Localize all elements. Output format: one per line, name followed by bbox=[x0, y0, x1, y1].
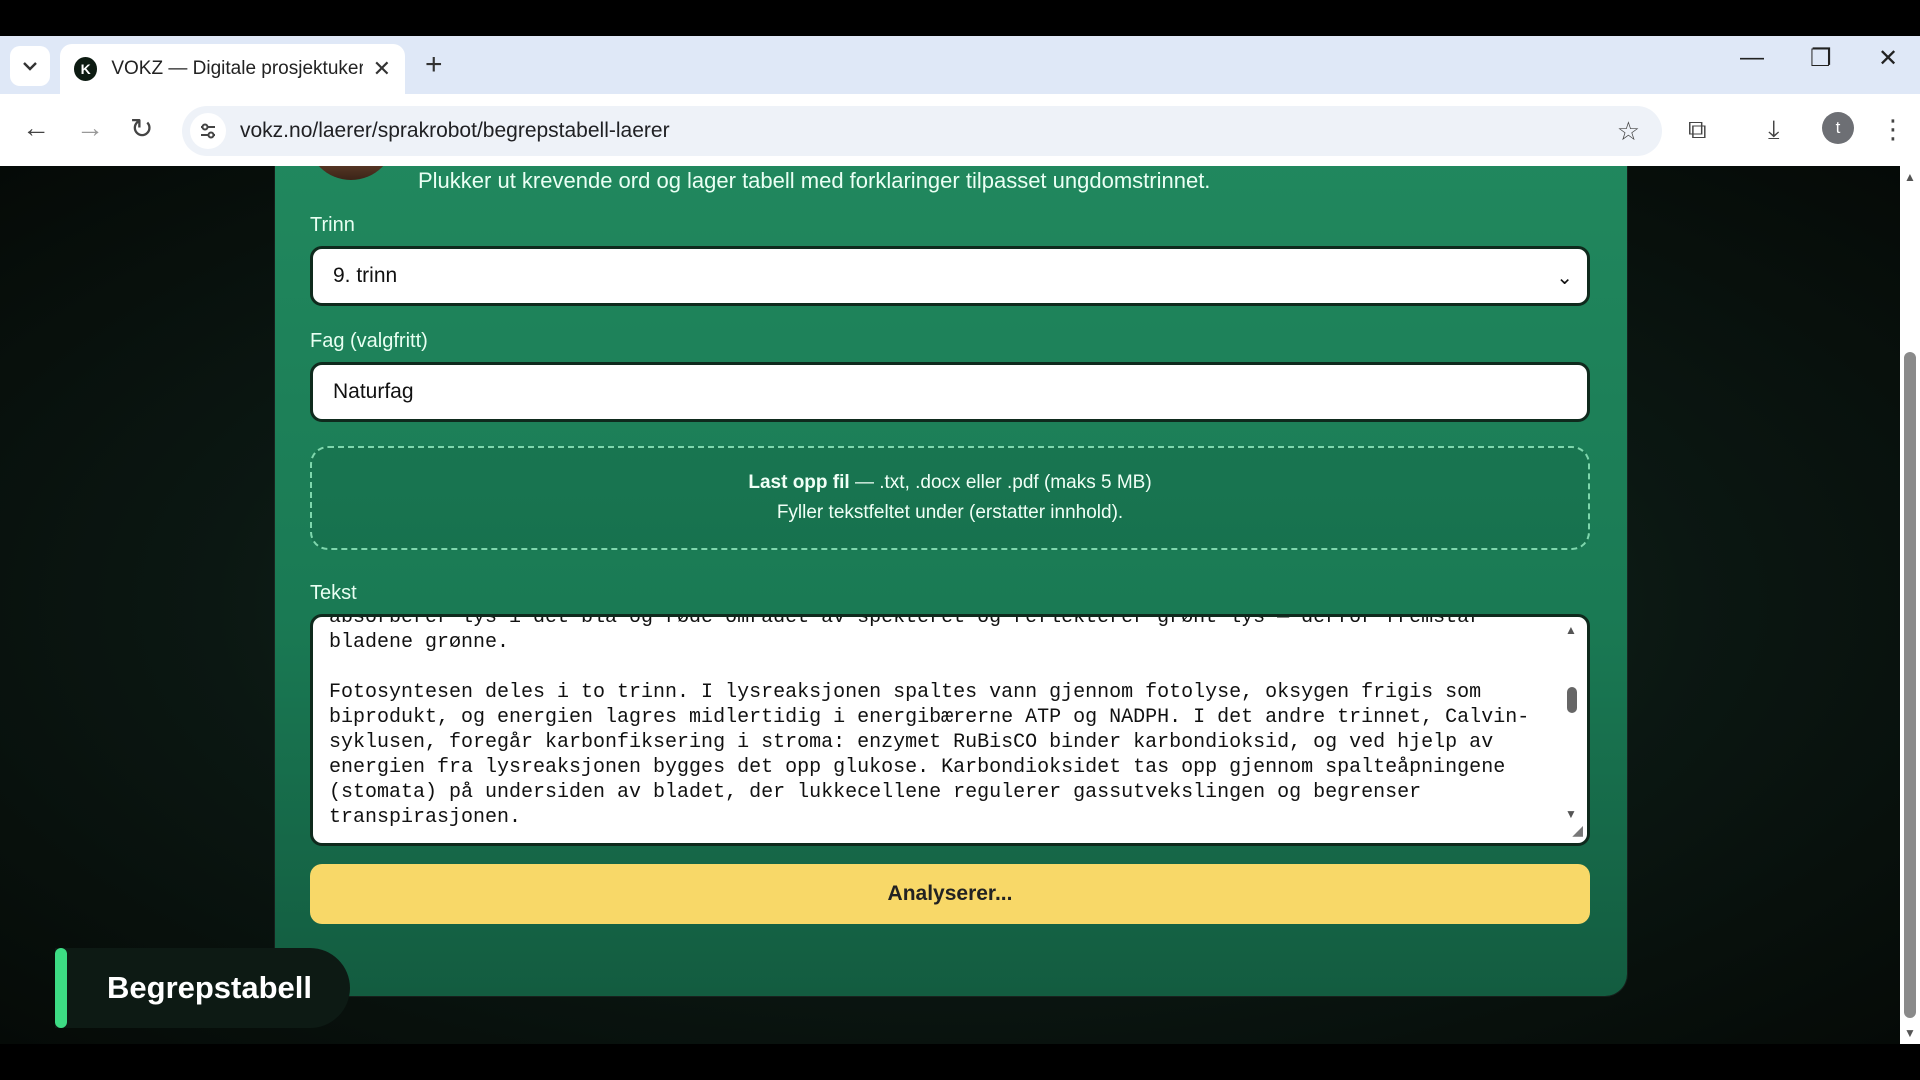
minimize-icon[interactable]: — bbox=[1740, 44, 1764, 72]
kebab-menu-icon[interactable]: ⋮ bbox=[1880, 114, 1906, 145]
puzzle-icon[interactable]: ⧉ bbox=[1688, 114, 1707, 146]
close-icon[interactable]: ✕ bbox=[373, 56, 391, 82]
reload-icon[interactable]: ↻ bbox=[130, 112, 153, 145]
fag-label: Fag (valgfritt) bbox=[310, 330, 428, 352]
restore-icon[interactable]: ❐ bbox=[1810, 44, 1832, 73]
browser-tab-strip: K VOKZ — Digitale prosjektuker og ✕ + — … bbox=[0, 36, 1920, 94]
analyze-button[interactable]: Analyserer... bbox=[310, 864, 1590, 924]
star-icon[interactable]: ☆ bbox=[1617, 116, 1640, 147]
chevron-down-icon bbox=[23, 62, 37, 71]
back-arrow-icon[interactable]: ← bbox=[22, 112, 50, 144]
upload-subtitle: Fyller tekstfeltet under (erstatter innh… bbox=[776, 502, 1124, 523]
badge-title: Begrepstabell bbox=[107, 970, 313, 1005]
site-favicon: K bbox=[74, 57, 98, 81]
chevron-down-icon: ⌄ bbox=[1556, 267, 1573, 289]
tekst-textarea[interactable]: absorberer lys i det blå og røde området… bbox=[310, 614, 1590, 846]
textarea-scroll-thumb[interactable] bbox=[1567, 687, 1577, 713]
page-viewport: Plukker ut krevende ord og lager tabell … bbox=[0, 166, 1900, 1044]
resize-handle-icon[interactable]: ◢ bbox=[1572, 822, 1583, 839]
url-text: vokz.no/laerer/sprakrobot/begrepstabell-… bbox=[240, 119, 670, 142]
forward-arrow-icon[interactable]: → bbox=[76, 112, 104, 144]
tekst-label: Tekst bbox=[310, 582, 357, 604]
trinn-label: Trinn bbox=[310, 214, 355, 236]
textarea-scrollbar[interactable]: ▲ ▼ bbox=[1563, 623, 1581, 823]
textarea-content: absorberer lys i det blå og røde området… bbox=[329, 614, 1530, 829]
tool-description: Plukker ut krevende ord og lager tabell … bbox=[418, 168, 1211, 193]
tab-search-button[interactable] bbox=[10, 46, 50, 86]
tune-icon[interactable] bbox=[190, 113, 226, 149]
page-scrollbar[interactable]: ▲ ▼ bbox=[1900, 166, 1920, 1044]
scroll-down-icon[interactable]: ▼ bbox=[1904, 1026, 1916, 1040]
download-icon[interactable]: ⤓ bbox=[1768, 114, 1780, 146]
fag-input[interactable]: Naturfag bbox=[310, 362, 1590, 422]
screen-top-bar bbox=[0, 0, 1920, 36]
fag-input-value: Naturfag bbox=[333, 380, 414, 403]
file-upload-dropzone[interactable]: Last opp fil — .txt, .docx eller .pdf (m… bbox=[310, 446, 1590, 550]
tab-title: VOKZ — Digitale prosjektuker og bbox=[111, 58, 363, 79]
page-scroll-thumb[interactable] bbox=[1904, 352, 1916, 1018]
screen-bottom-bar bbox=[0, 1044, 1920, 1080]
plus-icon[interactable]: + bbox=[425, 48, 443, 82]
scroll-up-icon[interactable]: ▲ bbox=[1565, 623, 1577, 637]
trinn-select-value: 9. trinn bbox=[333, 264, 398, 287]
window-close-icon[interactable]: ✕ bbox=[1878, 44, 1898, 73]
browser-tab-active[interactable]: K VOKZ — Digitale prosjektuker og ✕ bbox=[60, 44, 405, 94]
page-badge: Begrepstabell bbox=[55, 948, 350, 1028]
scroll-up-icon[interactable]: ▲ bbox=[1904, 170, 1916, 184]
robot-mascot-icon bbox=[307, 166, 395, 180]
browser-toolbar: ← → ↻ vokz.no/laerer/sprakrobot/begrepst… bbox=[0, 94, 1920, 166]
address-bar[interactable]: vokz.no/laerer/sprakrobot/begrepstabell-… bbox=[182, 106, 1662, 156]
scroll-down-icon[interactable]: ▼ bbox=[1565, 807, 1577, 821]
badge-accent-bar bbox=[55, 948, 67, 1028]
upload-title: Last opp fil — .txt, .docx eller .pdf (m… bbox=[748, 472, 1152, 493]
avatar[interactable]: t bbox=[1822, 112, 1854, 144]
tool-card: Plukker ut krevende ord og lager tabell … bbox=[275, 166, 1627, 996]
trinn-select[interactable]: 9. trinn ⌄ bbox=[310, 246, 1590, 306]
